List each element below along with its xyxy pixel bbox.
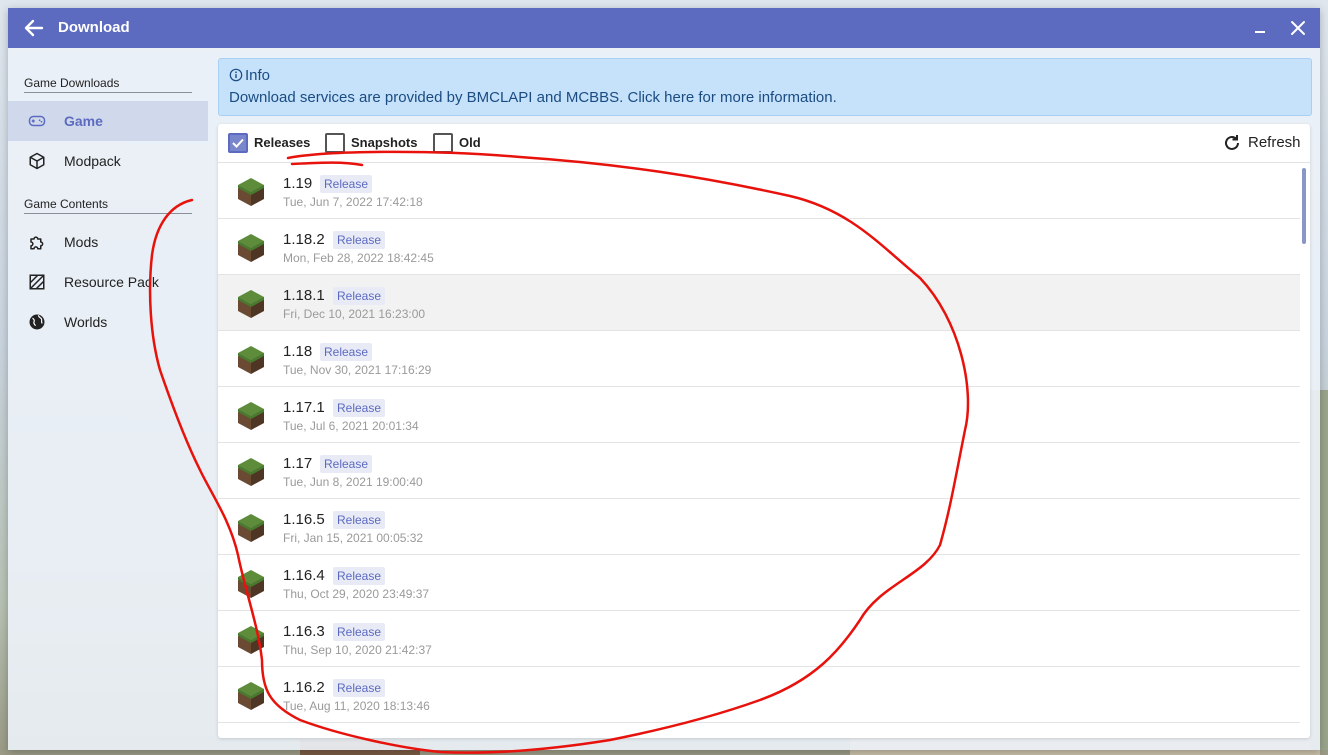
grass-block-icon — [238, 682, 264, 710]
download-window: Download Game Downloads Game Modpack Gam… — [8, 8, 1320, 750]
title-bar: Download — [8, 8, 1320, 48]
version-row[interactable]: 1.16.5 Release Fri, Jan 15, 2021 00:05:32 — [218, 499, 1300, 555]
release-badge: Release — [333, 399, 386, 417]
grass-block-icon — [238, 458, 264, 486]
version-row[interactable]: 1.16.2 Release Tue, Aug 11, 2020 18:13:46 — [218, 667, 1300, 723]
grass-block-icon — [238, 626, 264, 654]
releases-checkbox[interactable]: Releases — [228, 133, 318, 153]
window-title: Download — [58, 19, 130, 36]
grass-block-icon — [238, 234, 264, 262]
version-number: 1.16.3 — [283, 623, 325, 640]
info-banner[interactable]: Info Download services are provided by B… — [218, 58, 1312, 116]
grass-block-icon — [238, 178, 264, 206]
version-number: 1.16.4 — [283, 567, 325, 584]
texture-icon — [29, 274, 45, 290]
version-number: 1.16.2 — [283, 679, 325, 696]
release-badge: Release — [333, 511, 386, 529]
back-arrow-icon[interactable] — [22, 16, 46, 40]
refresh-button[interactable]: Refresh — [1222, 132, 1306, 154]
grass-block-icon — [238, 570, 264, 598]
release-date: Thu, Sep 10, 2020 21:42:37 — [283, 643, 432, 657]
release-date: Tue, Jun 7, 2022 17:42:18 — [283, 195, 423, 209]
version-row[interactable]: 1.17.1 Release Tue, Jul 6, 2021 20:01:34 — [218, 387, 1300, 443]
release-date: Tue, Aug 11, 2020 18:13:46 — [283, 699, 430, 713]
sidebar-item-label: Modpack — [64, 153, 121, 169]
version-number: 1.17.1 — [283, 399, 325, 416]
sidebar-item-resource-pack[interactable]: Resource Pack — [8, 262, 208, 302]
version-row[interactable]: 1.16.3 Release Thu, Sep 10, 2020 21:42:37 — [218, 611, 1300, 667]
version-number: 1.19 — [283, 175, 313, 192]
version-number: 1.17 — [283, 455, 313, 472]
release-badge: Release — [320, 175, 373, 193]
section-title-game-contents: Game Contents — [24, 197, 192, 214]
release-badge: Release — [333, 679, 386, 697]
version-row[interactable]: 1.18.1 Release Fri, Dec 10, 2021 16:23:00 — [218, 275, 1300, 331]
globe-icon — [29, 314, 45, 330]
sidebar-item-label: Worlds — [64, 314, 108, 330]
release-badge: Release — [333, 231, 386, 249]
release-badge: Release — [333, 567, 386, 585]
release-badge: Release — [333, 623, 386, 641]
version-row[interactable]: 1.16.4 Release Thu, Oct 29, 2020 23:49:37 — [218, 555, 1300, 611]
section-title-game-downloads: Game Downloads — [24, 76, 192, 93]
version-number: 1.18.2 — [283, 231, 325, 248]
info-icon — [229, 68, 243, 82]
sidebar-item-label: Game — [64, 113, 103, 129]
release-date: Mon, Feb 28, 2022 18:42:45 — [283, 251, 434, 265]
grass-block-icon — [238, 290, 264, 318]
sidebar-item-label: Mods — [64, 234, 99, 250]
refresh-label: Refresh — [1248, 134, 1301, 151]
info-text: Download services are provided by BMCLAP… — [229, 89, 837, 106]
sidebar-item-worlds[interactable]: Worlds — [8, 302, 208, 342]
minimize-icon[interactable] — [1250, 18, 1270, 38]
sidebar-item-game[interactable]: Game — [8, 101, 208, 141]
release-date: Tue, Nov 30, 2021 17:16:29 — [283, 363, 432, 377]
filter-bar: Releases Snapshots Old Refresh — [218, 124, 1310, 163]
sidebar-item-label: Resource Pack — [64, 274, 159, 290]
sidebar: Game Downloads Game Modpack Game Content… — [8, 48, 208, 750]
version-number: 1.16.5 — [283, 511, 325, 528]
release-date: Tue, Jul 6, 2021 20:01:34 — [283, 419, 419, 433]
old-checkbox[interactable]: Old — [433, 133, 493, 153]
scrollbar[interactable] — [1302, 168, 1306, 244]
release-date: Tue, Jun 8, 2021 19:00:40 — [283, 475, 423, 489]
version-row[interactable]: 1.19 Release Tue, Jun 7, 2022 17:42:18 — [218, 163, 1300, 219]
cube-icon — [29, 152, 45, 170]
version-number: 1.18 — [283, 343, 313, 360]
sidebar-item-modpack[interactable]: Modpack — [8, 141, 208, 181]
refresh-icon — [1225, 135, 1239, 150]
sidebar-item-mods[interactable]: Mods — [8, 222, 208, 262]
close-icon[interactable] — [1288, 18, 1308, 38]
puzzle-icon — [30, 236, 44, 250]
grass-block-icon — [238, 346, 264, 374]
gamepad-icon — [28, 115, 46, 127]
release-badge: Release — [320, 455, 373, 473]
version-row[interactable]: 1.18 Release Tue, Nov 30, 2021 17:16:29 — [218, 331, 1300, 387]
release-date: Fri, Dec 10, 2021 16:23:00 — [283, 307, 426, 321]
release-date: Fri, Jan 15, 2021 00:05:32 — [283, 531, 424, 545]
info-title: Info — [245, 67, 271, 84]
grass-block-icon — [238, 514, 264, 542]
checkbox-label: Old — [459, 135, 481, 150]
release-date: Thu, Oct 29, 2020 23:49:37 — [283, 587, 430, 601]
version-number: 1.18.1 — [283, 287, 325, 304]
version-panel: Releases Snapshots Old Refresh 1.19 Relea… — [218, 124, 1310, 738]
grass-block-icon — [238, 402, 264, 430]
checkmark-icon — [232, 138, 244, 148]
version-row[interactable]: 1.18.2 Release Mon, Feb 28, 2022 18:42:45 — [218, 219, 1300, 275]
checkbox-label: Releases — [254, 135, 311, 150]
checkbox-label: Snapshots — [351, 135, 418, 150]
snapshots-checkbox[interactable]: Snapshots — [325, 133, 420, 153]
release-badge: Release — [333, 287, 386, 305]
release-badge: Release — [320, 343, 373, 361]
version-row[interactable]: 1.17 Release Tue, Jun 8, 2021 19:00:40 — [218, 443, 1300, 499]
version-list: 1.19 Release Tue, Jun 7, 2022 17:42:18 1.18… — [218, 163, 1300, 738]
